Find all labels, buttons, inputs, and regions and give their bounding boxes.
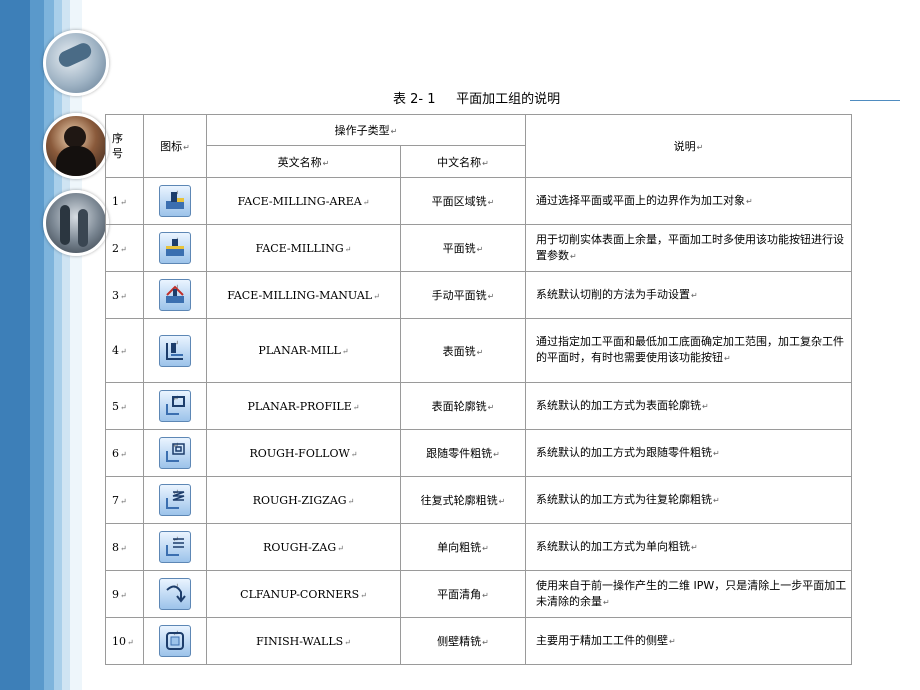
rough-zigzag-icon xyxy=(159,484,191,516)
header-cn: 中文名称 xyxy=(399,145,527,178)
stripe xyxy=(70,0,82,690)
row-en-name: ROUGH-ZAG xyxy=(263,541,344,554)
table-row: 5 PLANAR-PROFILE 表面轮廓铣 系统默认的加工方式为表面轮廓铣 xyxy=(105,382,853,430)
decorative-photo-walkers xyxy=(43,190,109,256)
row-cn-name: 平面铣 xyxy=(443,242,484,255)
table-caption: 表 2- 1 平面加工组的说明 xyxy=(393,92,561,107)
decorative-photo-tools xyxy=(43,30,109,96)
row-seq: 10 xyxy=(112,635,134,648)
row-en-name: PLANAR-PROFILE xyxy=(248,400,360,413)
row-en-name: FACE-MILLING-AREA xyxy=(238,195,370,208)
row-desc: 系统默认的加工方式为跟随零件粗铣 xyxy=(536,446,720,459)
stripe xyxy=(44,0,54,690)
row-seq: 3 xyxy=(112,289,127,302)
row-cn-name: 手动平面铣 xyxy=(432,289,495,302)
row-cn-name: 平面清角 xyxy=(437,588,489,601)
face-milling-icon xyxy=(159,232,191,264)
row-desc: 系统默认的加工方式为单向粗铣 xyxy=(536,540,698,553)
left-decorative-stripes xyxy=(0,0,82,690)
stripe xyxy=(30,0,44,690)
row-desc: 使用来自于前一操作产生的二维 IPW，只是清除上一步平面加工未清除的余量 xyxy=(536,579,846,608)
row-cn-name: 跟随零件粗铣 xyxy=(426,447,500,460)
header-en: 英文名称 xyxy=(206,145,401,178)
face-milling-manual-icon xyxy=(159,279,191,311)
row-seq: 5 xyxy=(112,400,127,413)
stripe xyxy=(54,0,62,690)
row-desc: 系统默认的加工方式为往复轮廓粗铣 xyxy=(536,493,720,506)
row-en-name: ROUGH-ZIGZAG xyxy=(253,494,355,507)
row-en-name: FINISH-WALLS xyxy=(256,635,351,648)
planar-profile-icon xyxy=(159,390,191,422)
row-cn-name: 平面区域铣 xyxy=(432,195,495,208)
row-seq: 4 xyxy=(112,344,127,357)
row-desc: 主要用于精加工工件的侧壁 xyxy=(536,634,676,647)
row-cn-name: 往复式轮廓粗铣 xyxy=(421,494,506,507)
row-cn-name: 侧壁精铣 xyxy=(437,635,489,648)
row-seq: 2 xyxy=(112,242,127,255)
row-desc: 系统默认的加工方式为表面轮廓铣 xyxy=(536,399,709,412)
row-en-name: PLANAR-MILL xyxy=(258,344,348,357)
row-seq: 9 xyxy=(112,588,127,601)
row-cn-name: 表面轮廓铣 xyxy=(432,400,495,413)
row-seq: 7 xyxy=(112,494,127,507)
table-row: 8 ROUGH-ZAG 单向粗铣 系统默认的加工方式为单向粗铣 xyxy=(105,523,853,571)
table-row: 10 FINISH-WALLS 侧壁精铣 主要用于精加工工件的侧壁 xyxy=(105,617,853,665)
finish-walls-icon xyxy=(159,625,191,657)
row-desc: 通过指定加工平面和最低加工底面确定加工范围，加工复杂工件的平面时，有时也需要使用… xyxy=(536,335,844,364)
row-cn-name: 单向粗铣 xyxy=(437,541,489,554)
row-seq: 8 xyxy=(112,541,127,554)
row-en-name: CLFANUP-CORNERS xyxy=(240,588,367,601)
table-row: 9 CLFANUP-CORNERS 平面清角 使用来自于前一操作产生的二维 IP… xyxy=(105,570,853,618)
row-desc: 用于切削实体表面上余量，平面加工时多使用该功能按钮进行设置参数 xyxy=(536,233,844,262)
operation-table: 序号 图标 操作子类型 说明 英文名称 中文名称 1 FACE-MILLING-… xyxy=(105,114,853,665)
header-type-group: 操作子类型 xyxy=(205,114,527,146)
row-cn-name: 表面铣 xyxy=(443,345,484,358)
row-en-name: FACE-MILLING-MANUAL xyxy=(227,289,380,302)
planar-mill-icon xyxy=(159,334,191,367)
header-seq: 序号 xyxy=(105,114,144,178)
table-row: 6 ROUGH-FOLLOW 跟随零件粗铣 系统默认的加工方式为跟随零件粗铣 xyxy=(105,429,853,477)
row-en-name: FACE-MILLING xyxy=(256,242,352,255)
table-row: 1 FACE-MILLING-AREA 平面区域铣 通过选择平面或平面上的边界作… xyxy=(105,177,853,225)
table-row: 4 PLANAR-MILL 表面铣 通过指定加工平面和最低加工底面确定加工范围，… xyxy=(105,318,853,383)
clfanup-corners-icon xyxy=(159,578,191,610)
header-icon: 图标 xyxy=(143,114,207,178)
accent-rule xyxy=(850,100,900,101)
row-desc: 系统默认切削的方法为手动设置 xyxy=(536,288,698,301)
row-seq: 6 xyxy=(112,447,127,460)
table-row: 2 FACE-MILLING 平面铣 用于切削实体表面上余量，平面加工时多使用该… xyxy=(105,224,853,272)
stripe xyxy=(62,0,70,690)
row-seq: 1 xyxy=(112,195,127,208)
table-row: 3 FACE-MILLING-MANUAL 手动平面铣 系统默认切削的方法为手动… xyxy=(105,271,853,319)
row-en-name: ROUGH-FOLLOW xyxy=(250,447,358,460)
stripe xyxy=(0,0,30,690)
header-desc: 说明 xyxy=(525,114,853,178)
row-desc: 通过选择平面或平面上的边界作为加工对象 xyxy=(536,194,753,207)
rough-zag-icon xyxy=(159,531,191,563)
table-row: 7 ROUGH-ZIGZAG 往复式轮廓粗铣 系统默认的加工方式为往复轮廓粗铣 xyxy=(105,476,853,524)
decorative-photo-people xyxy=(43,113,109,179)
face-milling-area-icon xyxy=(159,185,191,217)
rough-follow-icon xyxy=(159,437,191,469)
